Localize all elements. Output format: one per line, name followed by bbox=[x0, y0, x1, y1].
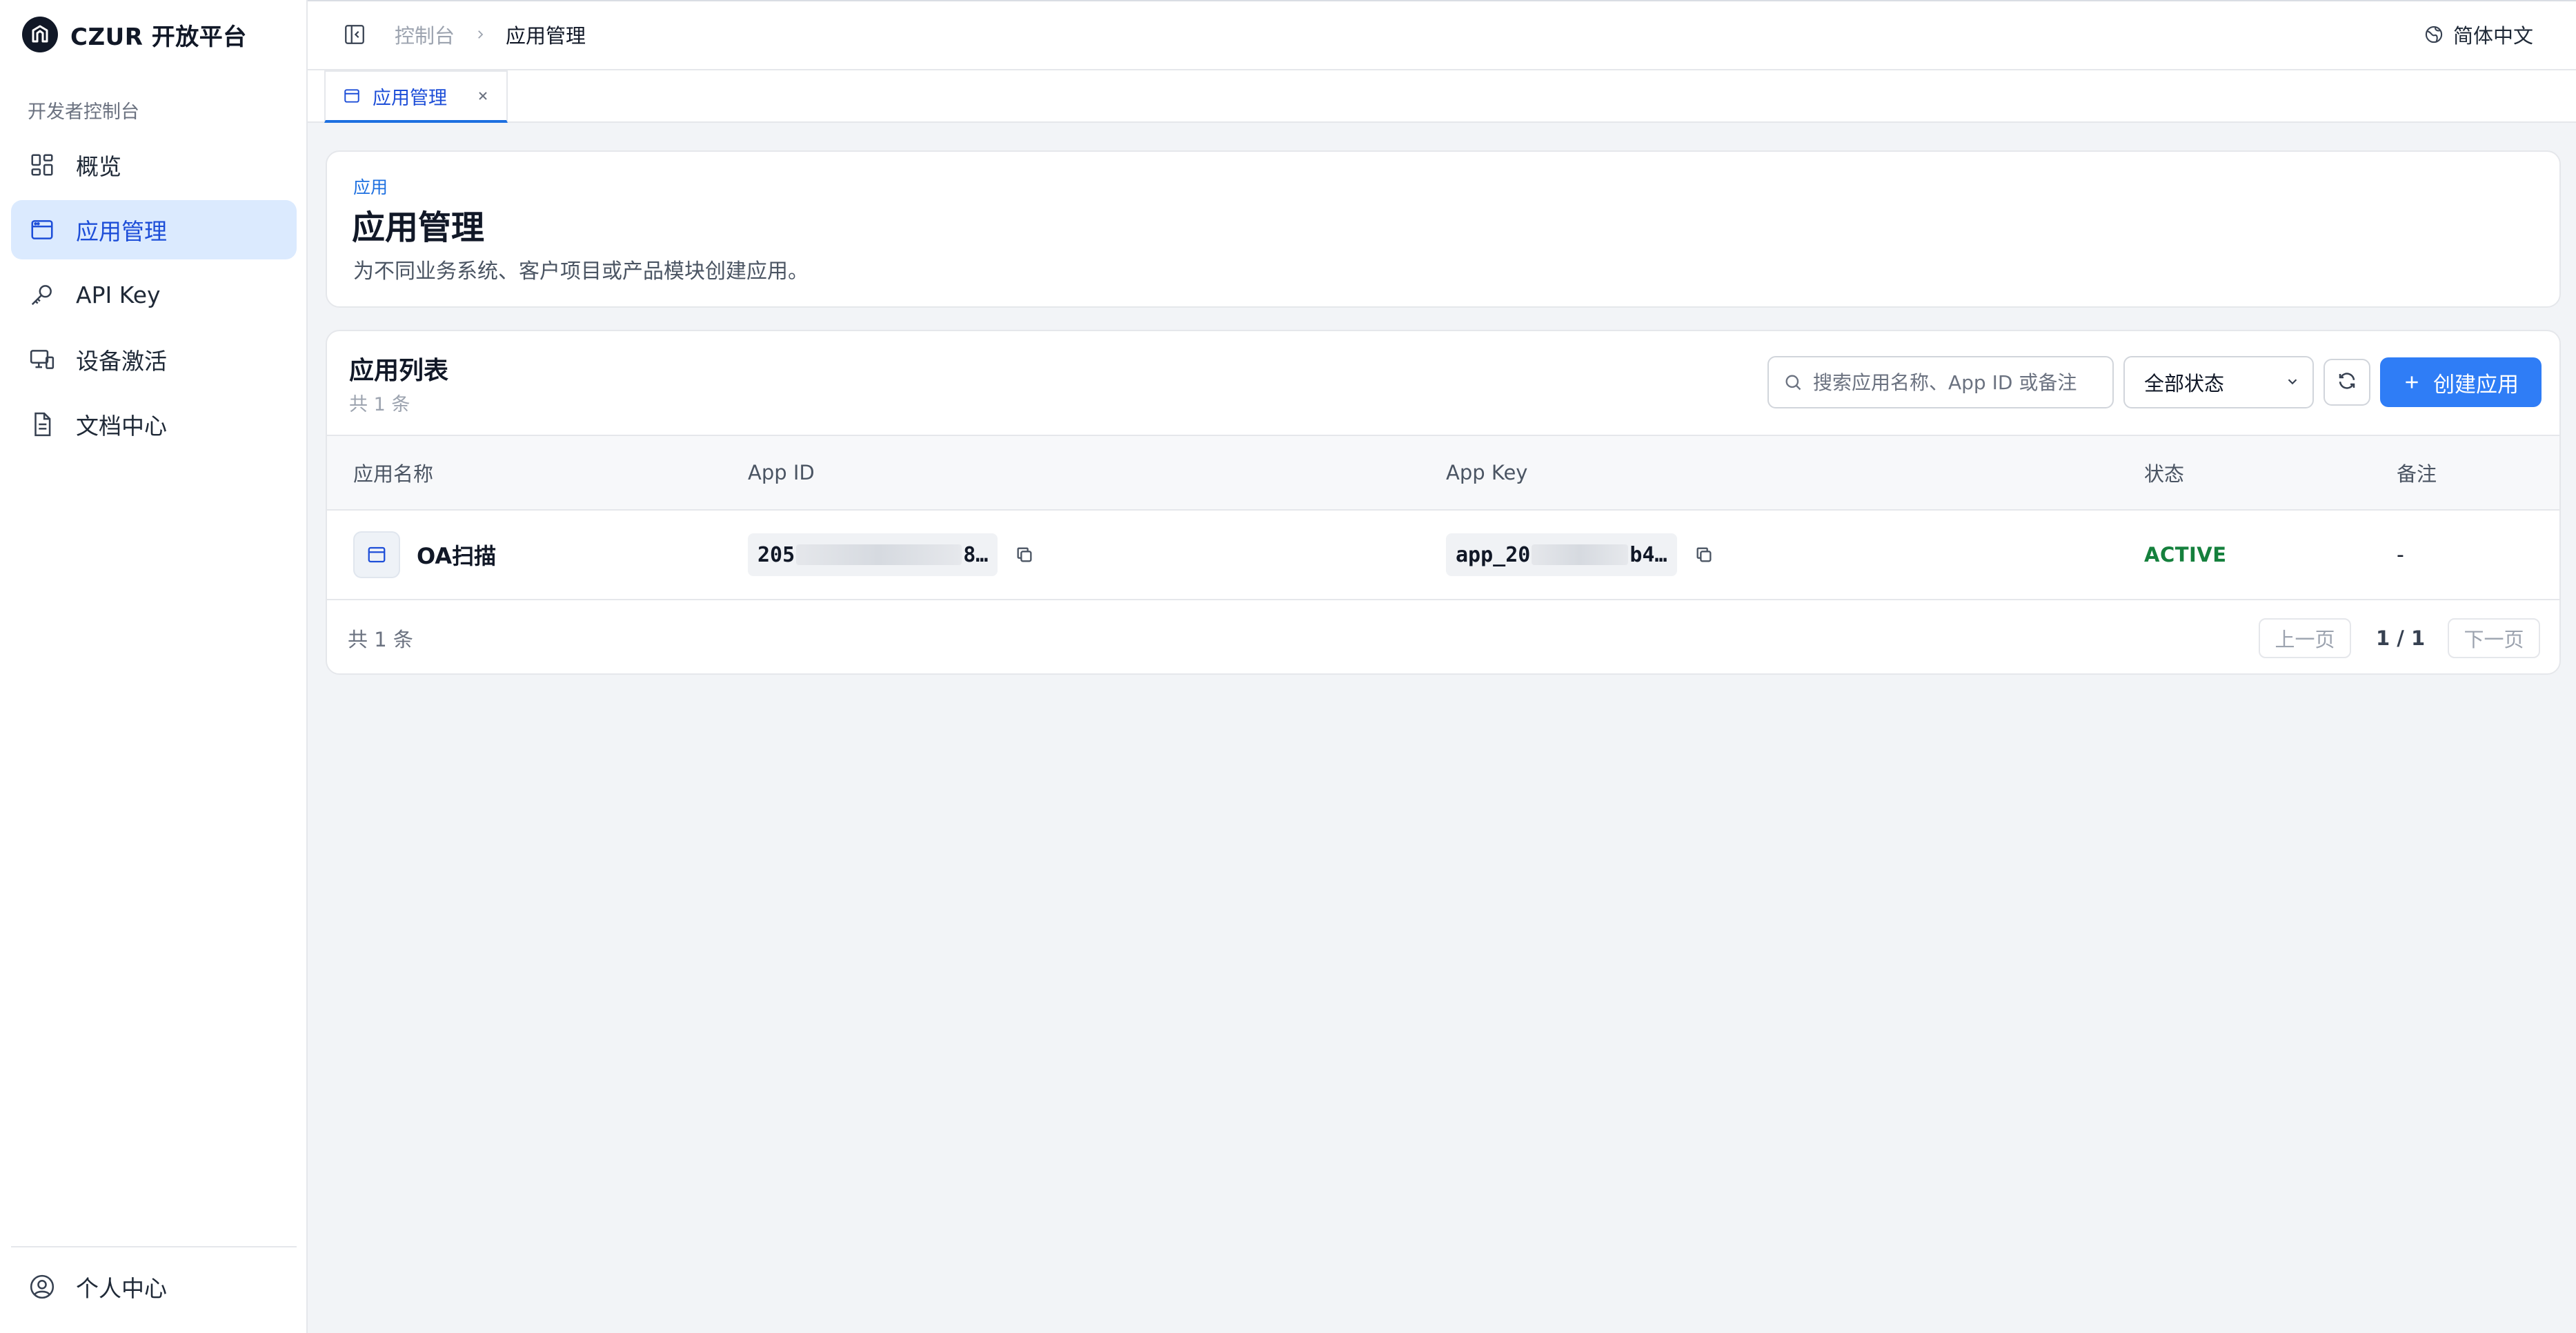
column-header-app-id: App ID bbox=[748, 461, 815, 484]
refresh-icon bbox=[2337, 371, 2357, 394]
app-id-value: 205 8… bbox=[748, 533, 998, 576]
sidebar-divider bbox=[11, 1246, 297, 1247]
search-input[interactable] bbox=[1813, 371, 2103, 394]
sidebar: CZUR 开放平台 开发者控制台 概览 应用管理 API Key 设备激活 文档… bbox=[0, 0, 308, 1333]
app-window-icon bbox=[353, 531, 400, 578]
brand-name: CZUR 开放平台 bbox=[70, 23, 247, 51]
cell-status: ACTIVE bbox=[2144, 511, 2227, 599]
sidebar-item-overview[interactable]: 概览 bbox=[11, 135, 297, 195]
device-icon bbox=[28, 345, 57, 374]
app-key-suffix: b4… bbox=[1629, 542, 1667, 567]
app-name[interactable]: OA扫描 bbox=[417, 539, 496, 571]
remark-value: - bbox=[2397, 542, 2404, 567]
search-icon bbox=[1783, 372, 1803, 393]
sidebar-item-app-management[interactable]: 应用管理 bbox=[11, 200, 297, 259]
globe-icon bbox=[2423, 23, 2445, 46]
app-key-prefix: app_20 bbox=[1456, 542, 1531, 567]
page-description: 为不同业务系统、客户项目或产品模块创建应用。 bbox=[353, 259, 809, 284]
dashboard-icon bbox=[28, 150, 57, 179]
next-page-button[interactable]: 下一页 bbox=[2448, 618, 2540, 658]
copy-icon bbox=[1017, 547, 1032, 562]
app-list-card: 应用列表 共 1 条 全部状态 创建应用 应用名称 App ID App Key… bbox=[326, 330, 2561, 675]
sidebar-item-label: 设备激活 bbox=[76, 348, 167, 375]
sidebar-collapse-icon bbox=[343, 23, 366, 49]
app-window-icon bbox=[342, 86, 361, 106]
app-id-suffix: 8… bbox=[963, 542, 989, 567]
masked-region bbox=[796, 544, 962, 565]
create-app-button[interactable]: 创建应用 bbox=[2380, 357, 2542, 407]
top-header: 控制台 应用管理 简体中文 bbox=[308, 1, 2576, 70]
status-filter-select[interactable]: 全部状态 bbox=[2123, 356, 2314, 408]
page-intro-card: 应用 应用管理 为不同业务系统、客户项目或产品模块创建应用。 bbox=[326, 150, 2561, 308]
list-count: 共 1 条 bbox=[349, 394, 410, 415]
copy-app-key-button[interactable] bbox=[1692, 543, 1716, 566]
app-window-icon bbox=[28, 215, 57, 244]
user-icon bbox=[28, 1272, 57, 1301]
cell-remark: - bbox=[2397, 511, 2404, 599]
sidebar-item-label: 应用管理 bbox=[76, 218, 167, 245]
profile-label: 个人中心 bbox=[76, 1275, 167, 1302]
tabs-bar: 应用管理 bbox=[308, 70, 2576, 123]
table-footer: 共 1 条 上一页 1 / 1 下一页 bbox=[327, 600, 2559, 673]
page-title: 应用管理 bbox=[352, 208, 485, 247]
list-title: 应用列表 bbox=[349, 357, 449, 385]
close-tab-icon[interactable] bbox=[475, 88, 491, 104]
plus-icon bbox=[2403, 373, 2421, 391]
sidebar-item-docs[interactable]: 文档中心 bbox=[11, 395, 297, 454]
status-badge: ACTIVE bbox=[2144, 543, 2227, 566]
language-switcher[interactable]: 简体中文 bbox=[2423, 1, 2533, 68]
chevron-down-icon bbox=[2285, 371, 2300, 394]
tab-label: 应用管理 bbox=[373, 87, 447, 109]
brand-logo[interactable]: CZUR 开放平台 bbox=[22, 17, 247, 52]
sidebar-nav: 概览 应用管理 API Key 设备激活 文档中心 bbox=[11, 135, 297, 460]
copy-app-id-button[interactable] bbox=[1013, 543, 1036, 566]
table-row[interactable]: OA扫描 205 8… app_20 b4… ACTIVE - bbox=[327, 511, 2559, 600]
key-icon bbox=[28, 280, 57, 309]
sidebar-item-device-activation[interactable]: 设备激活 bbox=[11, 330, 297, 389]
cell-app-key: app_20 b4… bbox=[1446, 511, 1716, 599]
sidebar-item-label: 概览 bbox=[76, 153, 121, 180]
cell-app-id: 205 8… bbox=[748, 511, 1036, 599]
nav-section-label: 开发者控制台 bbox=[28, 101, 139, 123]
document-icon bbox=[28, 410, 57, 439]
sidebar-item-api-key[interactable]: API Key bbox=[11, 265, 297, 324]
column-header-remark: 备注 bbox=[2397, 462, 2437, 486]
app-key-value: app_20 b4… bbox=[1446, 533, 1677, 576]
cell-app-name: OA扫描 bbox=[353, 511, 496, 599]
sidebar-item-label: 文档中心 bbox=[76, 413, 167, 440]
app-id-prefix: 205 bbox=[757, 542, 795, 567]
sidebar-item-label: API Key bbox=[76, 281, 161, 308]
status-filter-value: 全部状态 bbox=[2144, 372, 2225, 395]
collapse-sidebar-button[interactable] bbox=[341, 22, 368, 50]
language-label: 简体中文 bbox=[2453, 24, 2533, 48]
czur-logo-icon bbox=[22, 17, 58, 52]
table-header: 应用名称 App ID App Key 状态 备注 bbox=[327, 435, 2559, 511]
prev-page-button[interactable]: 上一页 bbox=[2259, 618, 2351, 658]
sidebar-item-profile[interactable]: 个人中心 bbox=[11, 1257, 297, 1316]
column-header-status: 状态 bbox=[2144, 462, 2185, 486]
breadcrumb-console[interactable]: 控制台 bbox=[395, 20, 455, 49]
breadcrumb-current: 应用管理 bbox=[506, 24, 586, 48]
page-indicator: 1 / 1 bbox=[2376, 626, 2426, 650]
column-header-name: 应用名称 bbox=[353, 462, 434, 486]
chevron-right-icon bbox=[474, 28, 486, 41]
column-header-app-key: App Key bbox=[1446, 461, 1528, 484]
footer-count: 共 1 条 bbox=[348, 628, 413, 651]
copy-icon bbox=[1696, 547, 1712, 562]
refresh-button[interactable] bbox=[2324, 359, 2370, 406]
create-app-label: 创建应用 bbox=[2433, 372, 2519, 397]
masked-region bbox=[1532, 544, 1629, 565]
search-box[interactable] bbox=[1767, 356, 2114, 408]
tab-app-management[interactable]: 应用管理 bbox=[324, 70, 508, 123]
page-eyebrow: 应用 bbox=[353, 177, 388, 197]
breadcrumb: 控制台 应用管理 bbox=[395, 1, 586, 68]
